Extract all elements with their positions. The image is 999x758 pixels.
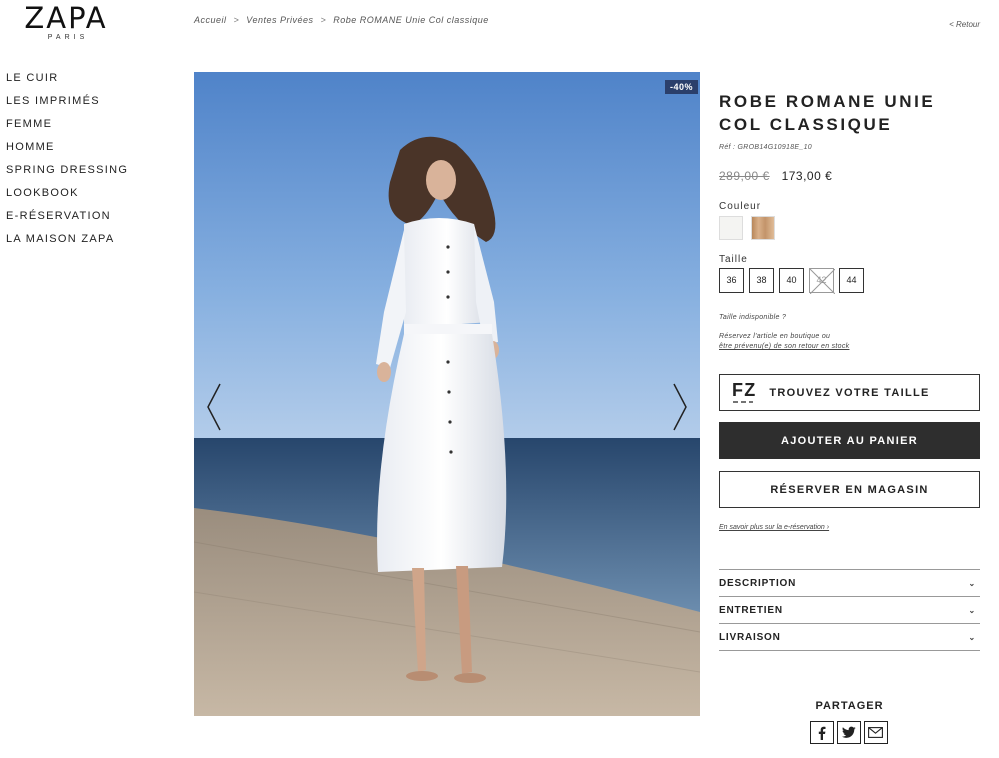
reserve-in-store-button[interactable]: RÉSERVER EN MAGASIN — [719, 471, 980, 508]
nav-item-e-reservation[interactable]: E-RÉSERVATION — [6, 209, 128, 232]
previous-image-arrow-icon[interactable] — [202, 382, 226, 432]
share-title: PARTAGER — [815, 700, 884, 712]
accordion-label: ENTRETIEN — [719, 604, 783, 616]
accordion-description[interactable]: DESCRIPTION ⌄ — [719, 570, 980, 597]
size-option-40[interactable]: 40 — [779, 268, 804, 293]
nav-item-la-maison-zapa[interactable]: LA MAISON ZAPA — [6, 232, 128, 255]
price-block: 289,00 € 173,00 € — [719, 169, 980, 183]
current-price: 173,00 € — [781, 169, 833, 183]
size-option-42-unavailable[interactable]: 42 — [809, 268, 835, 294]
nav-item-femme[interactable]: FEMME — [6, 117, 128, 140]
size-selector: 36 38 40 42 44 — [719, 268, 980, 294]
brand-name: ZAPA — [24, 1, 108, 35]
old-price: 289,00 € — [719, 169, 770, 183]
product-title: ROBE ROMANE UNIE COL CLASSIQUE — [719, 92, 936, 134]
product-panel: ROBE ROMANE UNIE COL CLASSIQUE Réf : GRO… — [719, 90, 980, 651]
breadcrumb-item[interactable]: Ventes Privées — [246, 15, 313, 25]
chevron-down-icon: ⌄ — [968, 605, 976, 615]
facebook-icon[interactable] — [809, 721, 834, 744]
color-label: Couleur — [719, 201, 762, 212]
size-unavailable-note: Taille indisponible ? — [719, 314, 787, 321]
svg-text:FZ: FZ — [732, 380, 756, 400]
chevron-down-icon: ⌄ — [968, 578, 976, 588]
fz-size-icon: FZ — [732, 380, 756, 403]
size-label: Taille — [719, 254, 748, 265]
next-image-arrow-icon[interactable] — [668, 382, 692, 432]
reserve-note: Réservez l'article en boutique ou être p… — [719, 332, 980, 352]
nav-item-homme[interactable]: HOMME — [6, 140, 128, 163]
breadcrumb-current: Robe ROMANE Unie Col classique — [333, 15, 489, 25]
email-icon[interactable] — [863, 721, 888, 744]
accordion-delivery[interactable]: LIVRAISON ⌄ — [719, 624, 980, 651]
size-option-44[interactable]: 44 — [839, 268, 864, 293]
share-section: PARTAGER — [719, 700, 980, 744]
size-option-36[interactable]: 36 — [719, 268, 744, 293]
breadcrumb-separator: > — [320, 15, 327, 25]
brand-subtitle: PARIS — [47, 34, 89, 41]
find-your-size-label: TROUVEZ VOTRE TAILLE — [769, 386, 930, 399]
breadcrumb-item[interactable]: Accueil — [194, 15, 227, 25]
discount-badge: -40% — [664, 80, 698, 94]
color-swatch-white[interactable] — [719, 216, 743, 240]
product-photo — [194, 72, 700, 716]
brand-logo[interactable]: ZAPA PARIS — [6, 1, 126, 42]
e-reservation-info-link[interactable]: En savoir plus sur la e-réservation › — [719, 524, 980, 531]
chevron-down-icon: ⌄ — [968, 632, 976, 642]
nav-item-les-imprimes[interactable]: LES IMPRIMÉS — [6, 94, 128, 117]
accordion-label: LIVRAISON — [719, 631, 781, 643]
accordion-label: DESCRIPTION — [719, 577, 797, 589]
breadcrumb-separator: > — [233, 15, 240, 25]
back-link[interactable]: < Retour — [949, 20, 980, 29]
color-swatch-beige[interactable] — [751, 216, 775, 240]
product-info-accordion: DESCRIPTION ⌄ ENTRETIEN ⌄ LIVRAISON ⌄ — [719, 569, 980, 651]
stock-alert-link[interactable]: être prévenu(e) de son retour en stock — [719, 343, 849, 350]
breadcrumb: Accueil > Ventes Privées > Robe ROMANE Unie … — [194, 15, 489, 25]
nav-item-spring-dressing[interactable]: SPRING DRESSING — [6, 163, 128, 186]
share-buttons — [717, 721, 980, 744]
main-navigation: LE CUIR LES IMPRIMÉS FEMME HOMME SPRING … — [6, 71, 128, 255]
size-option-38[interactable]: 38 — [749, 268, 774, 293]
nav-item-le-cuir[interactable]: LE CUIR — [6, 71, 128, 94]
find-your-size-button[interactable]: FZ TROUVEZ VOTRE TAILLE — [719, 374, 980, 411]
strike-through-icon — [810, 269, 835, 294]
reserve-note-text: Réservez l'article en boutique ou — [719, 333, 831, 340]
product-reference: Réf : GROB14G10918E_10 — [719, 144, 812, 151]
product-image: -40% — [194, 72, 700, 716]
nav-item-lookbook[interactable]: LOOKBOOK — [6, 186, 128, 209]
twitter-icon[interactable] — [836, 721, 861, 744]
add-to-cart-button[interactable]: AJOUTER AU PANIER — [719, 422, 980, 459]
color-swatches — [719, 216, 980, 240]
accordion-care[interactable]: ENTRETIEN ⌄ — [719, 597, 980, 624]
